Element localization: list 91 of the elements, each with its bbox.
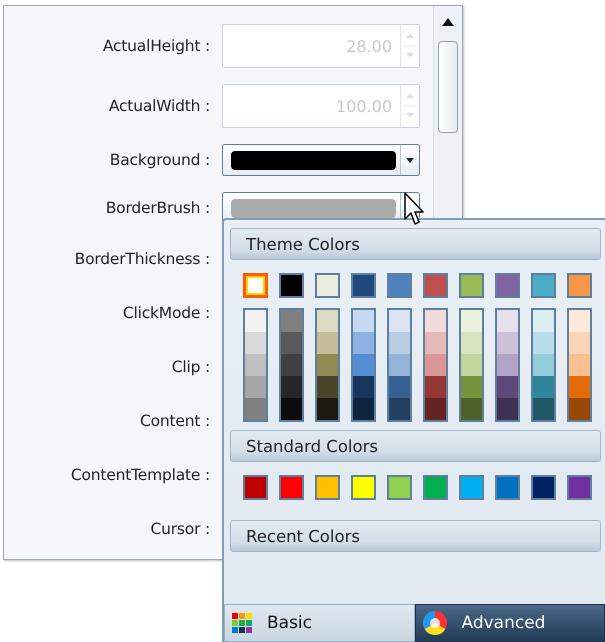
shade-swatch[interactable] xyxy=(389,354,410,376)
shade-swatch[interactable] xyxy=(389,310,410,332)
shade-swatch[interactable] xyxy=(569,398,590,420)
property-label: ClickMode : xyxy=(122,304,210,322)
color-swatch[interactable] xyxy=(423,475,448,500)
shade-swatch[interactable] xyxy=(497,354,518,376)
property-label: BorderThickness : xyxy=(74,250,210,268)
shade-swatch[interactable] xyxy=(317,310,338,332)
shade-swatch[interactable] xyxy=(317,398,338,420)
color-swatch[interactable] xyxy=(387,475,412,500)
color-swatch[interactable] xyxy=(351,475,376,500)
shade-swatch[interactable] xyxy=(353,354,374,376)
shade-swatch[interactable] xyxy=(461,310,482,332)
shade-swatch[interactable] xyxy=(569,354,590,376)
shade-swatch[interactable] xyxy=(389,332,410,354)
color-wheel-icon xyxy=(422,610,448,636)
shade-swatch[interactable] xyxy=(245,310,266,332)
shade-swatch[interactable] xyxy=(317,332,338,354)
color-swatch[interactable] xyxy=(495,273,520,298)
shade-swatch[interactable] xyxy=(245,398,266,420)
property-label: Clip : xyxy=(172,358,210,376)
property-label: BorderBrush : xyxy=(106,199,210,217)
property-label: ActualWidth : xyxy=(108,97,210,115)
color-swatch[interactable] xyxy=(351,273,376,298)
shade-swatch[interactable] xyxy=(461,354,482,376)
shade-swatch[interactable] xyxy=(461,376,482,398)
shade-swatch[interactable] xyxy=(317,354,338,376)
shade-swatch[interactable] xyxy=(533,332,554,354)
color-swatch[interactable] xyxy=(243,273,268,298)
color-grid-icon xyxy=(231,612,253,634)
tab[interactable]: Advanced xyxy=(414,604,605,642)
shade-swatch[interactable] xyxy=(497,332,518,354)
color-swatch[interactable] xyxy=(531,273,556,298)
color-swatch[interactable] xyxy=(423,273,448,298)
shade-swatch[interactable] xyxy=(281,332,302,354)
scroll-thumb[interactable] xyxy=(438,41,458,133)
shade-swatch[interactable] xyxy=(497,376,518,398)
color-swatch[interactable] xyxy=(495,475,520,500)
shade-swatch[interactable] xyxy=(317,376,338,398)
shade-swatch[interactable] xyxy=(281,354,302,376)
color-swatch[interactable] xyxy=(279,273,304,298)
color-swatch[interactable] xyxy=(243,475,268,500)
tab[interactable]: Basic xyxy=(224,604,414,642)
shade-swatch[interactable] xyxy=(245,376,266,398)
shade-swatch[interactable] xyxy=(533,376,554,398)
color-swatch[interactable] xyxy=(387,273,412,298)
color-swatch[interactable] xyxy=(567,273,592,298)
shade-swatch[interactable] xyxy=(533,310,554,332)
color-swatch[interactable] xyxy=(459,475,484,500)
shade-swatch[interactable] xyxy=(497,310,518,332)
color-swatch[interactable] xyxy=(459,273,484,298)
property-label: ActualHeight : xyxy=(102,37,210,55)
shade-swatch[interactable] xyxy=(497,398,518,420)
caret-icon[interactable] xyxy=(406,158,414,162)
shade-swatch[interactable] xyxy=(353,376,374,398)
color-swatch[interactable] xyxy=(315,475,340,500)
property-label: Content : xyxy=(140,412,210,430)
shade-swatch[interactable] xyxy=(281,376,302,398)
shade-swatch[interactable] xyxy=(281,310,302,332)
shade-swatch[interactable] xyxy=(245,332,266,354)
color-swatch[interactable] xyxy=(315,273,340,298)
shade-swatch[interactable] xyxy=(425,310,446,332)
property-label: ContentTemplate : xyxy=(70,466,210,484)
color-swatch[interactable] xyxy=(531,475,556,500)
shade-swatch[interactable] xyxy=(569,332,590,354)
shade-swatch[interactable] xyxy=(425,398,446,420)
section-header: Recent Colors xyxy=(230,520,601,552)
color-swatch[interactable] xyxy=(279,475,304,500)
property-label: Background : xyxy=(110,151,210,169)
shade-swatch[interactable] xyxy=(461,332,482,354)
shade-swatch[interactable] xyxy=(281,398,302,420)
shade-swatch[interactable] xyxy=(353,332,374,354)
color-swatch[interactable] xyxy=(567,475,592,500)
shade-swatch[interactable] xyxy=(425,376,446,398)
shade-swatch[interactable] xyxy=(569,310,590,332)
shade-swatch[interactable] xyxy=(425,332,446,354)
shade-swatch[interactable] xyxy=(425,354,446,376)
shade-swatch[interactable] xyxy=(461,398,482,420)
shade-swatch[interactable] xyxy=(353,398,374,420)
section-header: Theme Colors xyxy=(230,228,601,260)
color-dropdown[interactable] xyxy=(222,144,420,176)
shade-swatch[interactable] xyxy=(389,398,410,420)
shade-swatch[interactable] xyxy=(569,376,590,398)
shade-swatch[interactable] xyxy=(245,354,266,376)
shade-swatch[interactable] xyxy=(353,310,374,332)
section-header: Standard Colors xyxy=(230,430,601,462)
shade-swatch[interactable] xyxy=(533,398,554,420)
property-label: Cursor : xyxy=(150,520,210,538)
shade-swatch[interactable] xyxy=(533,354,554,376)
shade-swatch[interactable] xyxy=(389,376,410,398)
scroll-up-icon[interactable] xyxy=(442,18,454,26)
